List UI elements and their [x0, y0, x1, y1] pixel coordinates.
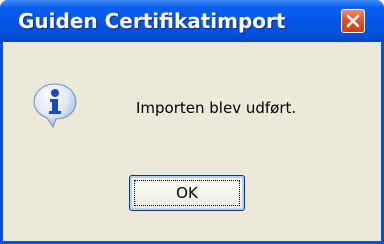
ok-button[interactable]: OK: [129, 175, 245, 211]
dialog-message: Importen blev udført.: [136, 99, 297, 117]
dialog-body: Importen blev udført. OK: [3, 42, 381, 241]
close-button[interactable]: [341, 9, 365, 33]
ok-button-label: OK: [176, 184, 198, 202]
info-icon: [33, 83, 77, 129]
window-title: Guiden Certifikatimport: [18, 9, 286, 33]
title-bar[interactable]: Guiden Certifikatimport: [0, 0, 384, 42]
dialog-window: Guiden Certifikatimport Importen blev ud…: [0, 0, 384, 244]
close-icon: [346, 14, 360, 28]
